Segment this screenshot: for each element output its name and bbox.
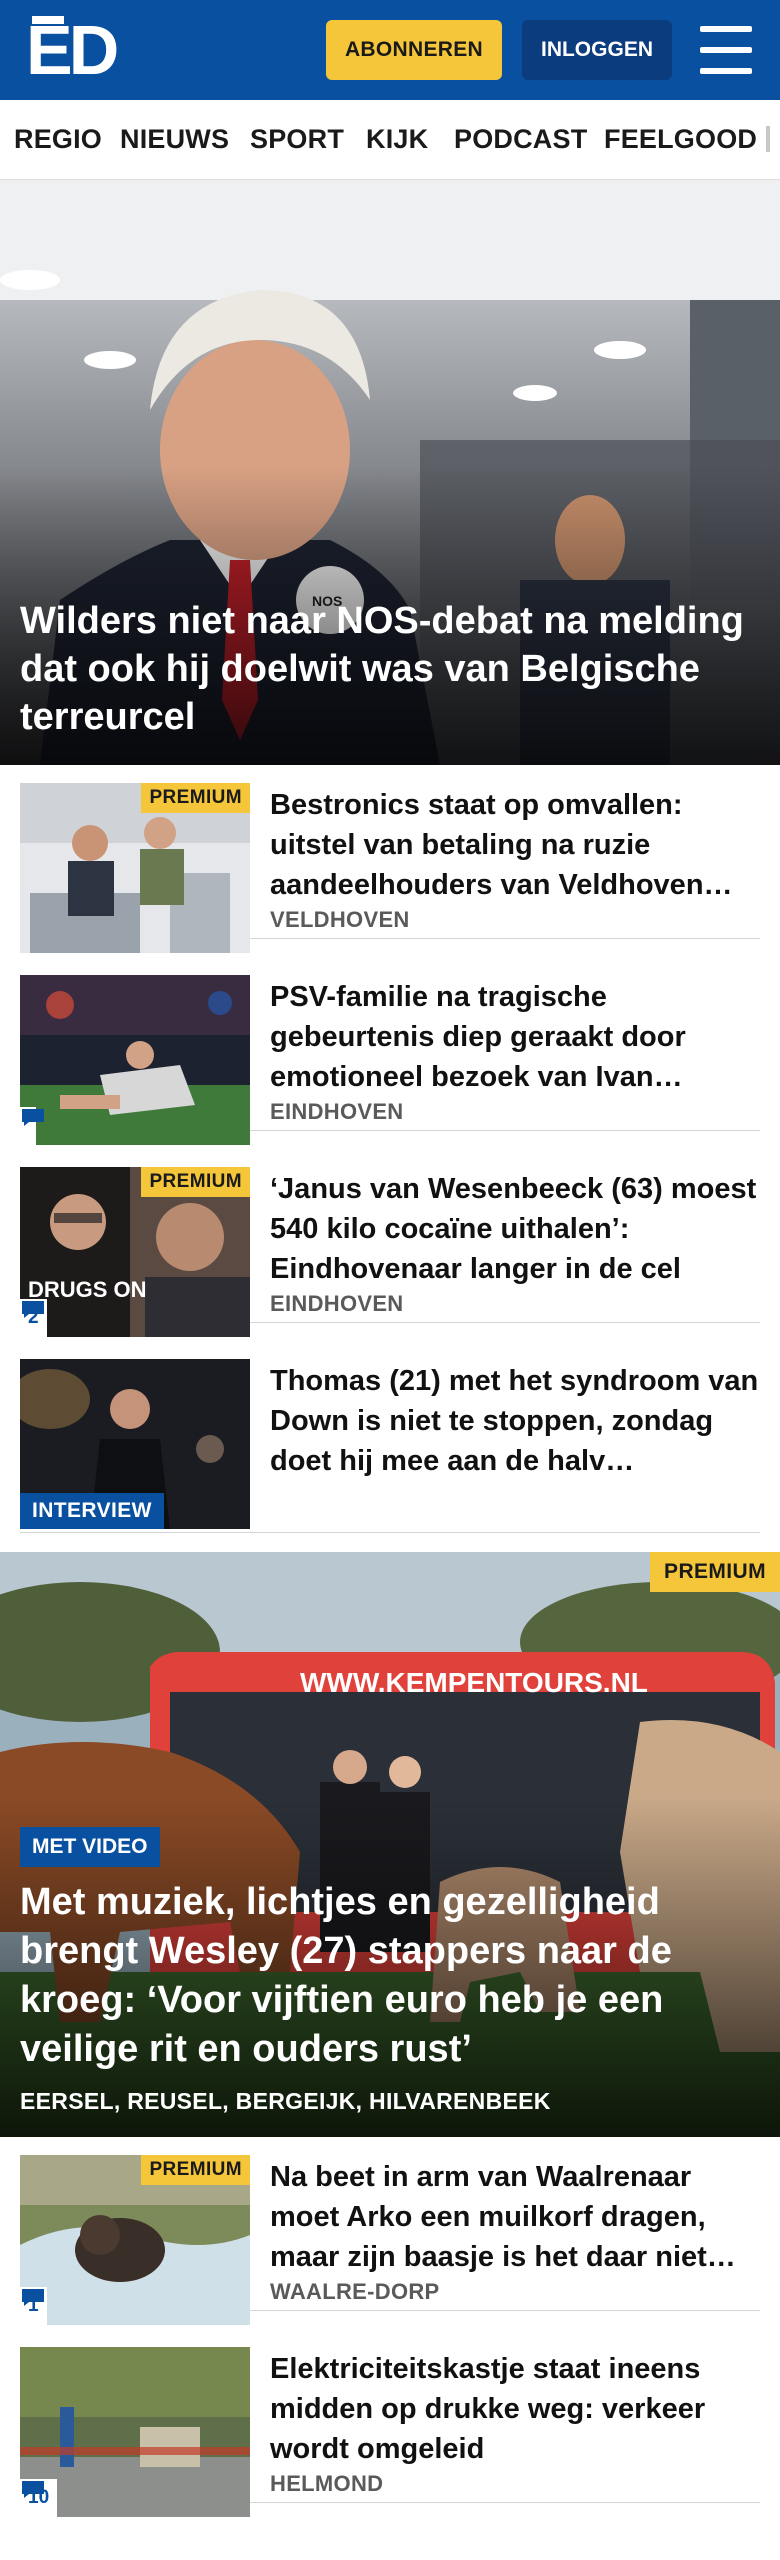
ed-logo[interactable]: ED xyxy=(26,15,119,85)
bus-text: WWW.KEMPENTOURS.NL xyxy=(300,1667,648,1698)
article-location: EINDHOVEN xyxy=(270,1291,404,1316)
article-thumbnail xyxy=(20,975,250,1145)
nav-item-sport[interactable]: SPORT xyxy=(250,124,344,155)
list-item[interactable]: PREMIUM Bestronics staat op omvallen: ui… xyxy=(20,765,760,953)
article-thumbnail: 10 xyxy=(20,2347,250,2517)
subscribe-button[interactable]: ABONNEREN xyxy=(326,20,502,80)
site-header: ED ABONNEREN INLOGGEN xyxy=(0,0,780,100)
comment-count[interactable]: 2 xyxy=(20,1299,47,1337)
article-title[interactable]: Bestronics staat op omvallen: uitstel va… xyxy=(270,785,760,905)
nav-overflow-indicator xyxy=(766,126,770,152)
article-location: EINDHOVEN xyxy=(270,1099,404,1124)
nav-item-regio[interactable]: REGIO xyxy=(14,124,102,155)
list-item[interactable]: 10 Elektriciteitskastje staat ineens mid… xyxy=(20,2329,760,2517)
article-location: VELDHOVEN xyxy=(270,907,410,932)
article-title[interactable]: Elektriciteitskastje staat ineens midden… xyxy=(270,2349,760,2469)
comment-count[interactable]: 1 xyxy=(20,2287,47,2325)
article-thumbnail: DRUGS ON PREMIUM 2 xyxy=(20,1167,250,1337)
hero-article[interactable]: NOS Wilders niet naar NOS-debat na meldi… xyxy=(0,180,780,765)
article-title[interactable]: Na beet in arm van Waalrenaar moet Arko … xyxy=(270,2157,760,2277)
nav-item-nieuws[interactable]: NIEUWS xyxy=(120,124,229,155)
login-button[interactable]: INLOGGEN xyxy=(522,20,672,80)
nav-item-kijk[interactable]: KIJK xyxy=(366,124,428,155)
comment-count[interactable]: 10 xyxy=(20,2479,58,2517)
article-title[interactable]: ‘Janus van Wesenbeeck (63) moest 540 kil… xyxy=(270,1169,760,1289)
article-location: WAALRE-DORP xyxy=(270,2279,440,2304)
list-item[interactable]: PREMIUM 1 Na beet in arm van Waalrenaar … xyxy=(20,2137,760,2325)
comment-count[interactable] xyxy=(20,1107,44,1145)
interview-label: INTERVIEW xyxy=(20,1493,164,1529)
premium-badge: PREMIUM xyxy=(650,1552,780,1592)
article-title[interactable]: PSV-familie na tragische gebeurtenis die… xyxy=(270,977,760,1097)
nav-item-feelgood[interactable]: FEELGOOD xyxy=(604,124,757,155)
list-item[interactable]: PSV-familie na tragische gebeurtenis die… xyxy=(20,957,760,1145)
section-nav: REGIO NIEUWS SPORT KIJK PODCAST FEELGOOD xyxy=(0,100,780,180)
comment-icon xyxy=(22,2481,44,2498)
feature-article[interactable]: WWW.KEMPENTOURS.NL PREMIUM MET VIDEO Met… xyxy=(0,1552,780,2137)
premium-badge: PREMIUM xyxy=(141,783,250,813)
hamburger-menu-icon[interactable] xyxy=(700,26,752,74)
premium-badge: PREMIUM xyxy=(141,1167,250,1197)
feature-title[interactable]: Met muziek, lichtjes en gezelligheid bre… xyxy=(20,1878,760,2074)
article-title[interactable]: Thomas (21) met het syndroom van Down is… xyxy=(270,1361,760,1481)
nav-item-podcast[interactable]: PODCAST xyxy=(454,124,587,155)
hero-title[interactable]: Wilders niet naar NOS-debat na melding d… xyxy=(20,597,760,741)
article-thumbnail: INTERVIEW xyxy=(20,1359,250,1529)
list-item[interactable]: INTERVIEW Thomas (21) met het syndroom v… xyxy=(20,1341,760,1533)
article-location: HELMOND xyxy=(270,2471,384,2496)
premium-badge: PREMIUM xyxy=(141,2155,250,2185)
list-item[interactable]: DRUGS ON PREMIUM 2 ‘Janus van Wesenbeeck… xyxy=(20,1149,760,1337)
comment-icon xyxy=(22,1109,44,1126)
video-badge: MET VIDEO xyxy=(20,1827,160,1867)
feature-location: EERSEL, REUSEL, BERGEIJK, HILVARENBEEK xyxy=(20,2088,551,2114)
article-thumbnail: PREMIUM xyxy=(20,783,250,953)
comment-icon xyxy=(22,1301,44,1318)
comment-icon xyxy=(22,2289,44,2306)
article-thumbnail: PREMIUM 1 xyxy=(20,2155,250,2325)
